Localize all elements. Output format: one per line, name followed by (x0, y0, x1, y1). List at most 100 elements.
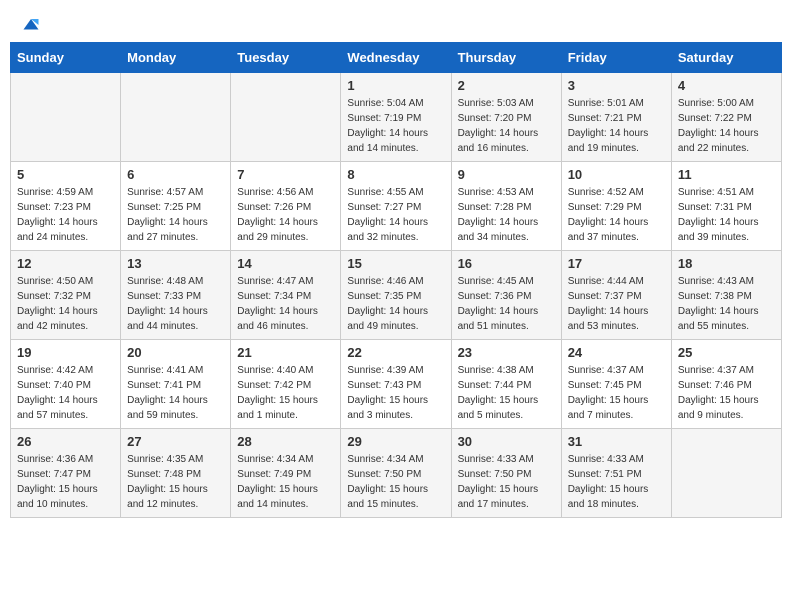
calendar-cell: 7 Sunrise: 4:56 AM Sunset: 7:26 PM Daylig… (231, 162, 341, 251)
day-number: 20 (127, 345, 224, 360)
day-info: Sunrise: 4:52 AM Sunset: 7:29 PM Dayligh… (568, 185, 665, 245)
day-number: 9 (458, 167, 555, 182)
day-info: Sunrise: 4:34 AM Sunset: 7:50 PM Dayligh… (347, 452, 444, 512)
day-number: 17 (568, 256, 665, 271)
calendar-cell: 15Sunrise: 4:46 AM Sunset: 7:35 PM Dayli… (341, 251, 451, 340)
day-number: 5 (17, 167, 114, 182)
day-info: Sunrise: 4:37 AM Sunset: 7:46 PM Dayligh… (678, 363, 775, 423)
calendar-table: SundayMondayTuesdayWednesdayThursdayFrid… (10, 42, 782, 518)
day-info: Sunrise: 4:43 AM Sunset: 7:38 PM Dayligh… (678, 274, 775, 334)
header (0, 0, 792, 42)
day-info: Sunrise: 4:53 AM Sunset: 7:28 PM Dayligh… (458, 185, 555, 245)
calendar-cell: 12Sunrise: 4:50 AM Sunset: 7:32 PM Dayli… (11, 251, 121, 340)
calendar-cell: 22 Sunrise: 4:39 AM Sunset: 7:43 PM Dayli… (341, 340, 451, 429)
calendar-cell: 23Sunrise: 4:38 AM Sunset: 7:44 PM Dayli… (451, 340, 561, 429)
logo-icon (22, 16, 40, 34)
day-info: Sunrise: 4:45 AM Sunset: 7:36 PM Dayligh… (458, 274, 555, 334)
day-info: Sunrise: 4:39 AM Sunset: 7:43 PM Dayligh… (347, 363, 444, 423)
calendar-cell (671, 429, 781, 518)
calendar-cell (231, 73, 341, 162)
day-info: Sunrise: 5:04 AM Sunset: 7:19 PM Dayligh… (347, 96, 444, 156)
day-number: 11 (678, 167, 775, 182)
day-number: 8 (347, 167, 444, 182)
calendar-week-row: 5 Sunrise: 4:59 AM Sunset: 7:23 PM Daylig… (11, 162, 782, 251)
day-info: Sunrise: 4:36 AM Sunset: 7:47 PM Dayligh… (17, 452, 114, 512)
day-info: Sunrise: 4:33 AM Sunset: 7:50 PM Dayligh… (458, 452, 555, 512)
day-info: Sunrise: 4:44 AM Sunset: 7:37 PM Dayligh… (568, 274, 665, 334)
calendar-cell: 24 Sunrise: 4:37 AM Sunset: 7:45 PM Dayli… (561, 340, 671, 429)
weekday-header-sunday: Sunday (11, 43, 121, 73)
day-number: 1 (347, 78, 444, 93)
day-info: Sunrise: 5:00 AM Sunset: 7:22 PM Dayligh… (678, 96, 775, 156)
day-number: 24 (568, 345, 665, 360)
logo (20, 16, 40, 34)
day-number: 12 (17, 256, 114, 271)
day-info: Sunrise: 5:01 AM Sunset: 7:21 PM Dayligh… (568, 96, 665, 156)
calendar-week-row: 1 Sunrise: 5:04 AM Sunset: 7:19 PM Daylig… (11, 73, 782, 162)
calendar-cell: 26 Sunrise: 4:36 AM Sunset: 7:47 PM Dayli… (11, 429, 121, 518)
weekday-header-tuesday: Tuesday (231, 43, 341, 73)
calendar-cell: 25 Sunrise: 4:37 AM Sunset: 7:46 PM Dayli… (671, 340, 781, 429)
calendar-week-row: 12Sunrise: 4:50 AM Sunset: 7:32 PM Dayli… (11, 251, 782, 340)
day-info: Sunrise: 4:51 AM Sunset: 7:31 PM Dayligh… (678, 185, 775, 245)
calendar-cell: 29 Sunrise: 4:34 AM Sunset: 7:50 PM Dayli… (341, 429, 451, 518)
calendar-cell: 16Sunrise: 4:45 AM Sunset: 7:36 PM Dayli… (451, 251, 561, 340)
calendar-cell: 8 Sunrise: 4:55 AM Sunset: 7:27 PM Daylig… (341, 162, 451, 251)
day-number: 21 (237, 345, 334, 360)
calendar-cell (121, 73, 231, 162)
weekday-header-row: SundayMondayTuesdayWednesdayThursdayFrid… (11, 43, 782, 73)
day-info: Sunrise: 4:48 AM Sunset: 7:33 PM Dayligh… (127, 274, 224, 334)
calendar-cell: 4 Sunrise: 5:00 AM Sunset: 7:22 PM Daylig… (671, 73, 781, 162)
calendar-cell (11, 73, 121, 162)
day-number: 10 (568, 167, 665, 182)
day-number: 22 (347, 345, 444, 360)
calendar-week-row: 26 Sunrise: 4:36 AM Sunset: 7:47 PM Dayli… (11, 429, 782, 518)
calendar-cell: 19 Sunrise: 4:42 AM Sunset: 7:40 PM Dayli… (11, 340, 121, 429)
day-number: 13 (127, 256, 224, 271)
calendar-cell: 6Sunrise: 4:57 AM Sunset: 7:25 PM Daylig… (121, 162, 231, 251)
calendar-cell: 2Sunrise: 5:03 AM Sunset: 7:20 PM Daylig… (451, 73, 561, 162)
day-info: Sunrise: 4:47 AM Sunset: 7:34 PM Dayligh… (237, 274, 334, 334)
weekday-header-saturday: Saturday (671, 43, 781, 73)
day-number: 2 (458, 78, 555, 93)
day-number: 18 (678, 256, 775, 271)
day-info: Sunrise: 4:37 AM Sunset: 7:45 PM Dayligh… (568, 363, 665, 423)
calendar-cell: 31 Sunrise: 4:33 AM Sunset: 7:51 PM Dayli… (561, 429, 671, 518)
day-number: 26 (17, 434, 114, 449)
day-info: Sunrise: 4:40 AM Sunset: 7:42 PM Dayligh… (237, 363, 334, 423)
day-info: Sunrise: 4:38 AM Sunset: 7:44 PM Dayligh… (458, 363, 555, 423)
calendar-cell: 10 Sunrise: 4:52 AM Sunset: 7:29 PM Dayli… (561, 162, 671, 251)
weekday-header-friday: Friday (561, 43, 671, 73)
calendar-container: SundayMondayTuesdayWednesdayThursdayFrid… (0, 42, 792, 528)
calendar-cell: 20 Sunrise: 4:41 AM Sunset: 7:41 PM Dayli… (121, 340, 231, 429)
day-number: 3 (568, 78, 665, 93)
calendar-cell: 30Sunrise: 4:33 AM Sunset: 7:50 PM Dayli… (451, 429, 561, 518)
day-info: Sunrise: 4:57 AM Sunset: 7:25 PM Dayligh… (127, 185, 224, 245)
calendar-cell: 3 Sunrise: 5:01 AM Sunset: 7:21 PM Daylig… (561, 73, 671, 162)
weekday-header-monday: Monday (121, 43, 231, 73)
day-number: 15 (347, 256, 444, 271)
weekday-header-wednesday: Wednesday (341, 43, 451, 73)
calendar-cell: 18 Sunrise: 4:43 AM Sunset: 7:38 PM Dayli… (671, 251, 781, 340)
day-number: 4 (678, 78, 775, 93)
weekday-header-thursday: Thursday (451, 43, 561, 73)
day-number: 31 (568, 434, 665, 449)
calendar-cell: 27 Sunrise: 4:35 AM Sunset: 7:48 PM Dayli… (121, 429, 231, 518)
day-info: Sunrise: 4:35 AM Sunset: 7:48 PM Dayligh… (127, 452, 224, 512)
day-info: Sunrise: 4:59 AM Sunset: 7:23 PM Dayligh… (17, 185, 114, 245)
day-info: Sunrise: 4:41 AM Sunset: 7:41 PM Dayligh… (127, 363, 224, 423)
calendar-cell: 28Sunrise: 4:34 AM Sunset: 7:49 PM Dayli… (231, 429, 341, 518)
day-number: 27 (127, 434, 224, 449)
day-number: 7 (237, 167, 334, 182)
calendar-cell: 21 Sunrise: 4:40 AM Sunset: 7:42 PM Dayli… (231, 340, 341, 429)
calendar-cell: 5 Sunrise: 4:59 AM Sunset: 7:23 PM Daylig… (11, 162, 121, 251)
day-info: Sunrise: 4:34 AM Sunset: 7:49 PM Dayligh… (237, 452, 334, 512)
calendar-week-row: 19 Sunrise: 4:42 AM Sunset: 7:40 PM Dayli… (11, 340, 782, 429)
day-number: 19 (17, 345, 114, 360)
day-info: Sunrise: 4:56 AM Sunset: 7:26 PM Dayligh… (237, 185, 334, 245)
day-info: Sunrise: 4:42 AM Sunset: 7:40 PM Dayligh… (17, 363, 114, 423)
day-number: 25 (678, 345, 775, 360)
day-number: 29 (347, 434, 444, 449)
day-info: Sunrise: 4:55 AM Sunset: 7:27 PM Dayligh… (347, 185, 444, 245)
day-info: Sunrise: 4:33 AM Sunset: 7:51 PM Dayligh… (568, 452, 665, 512)
